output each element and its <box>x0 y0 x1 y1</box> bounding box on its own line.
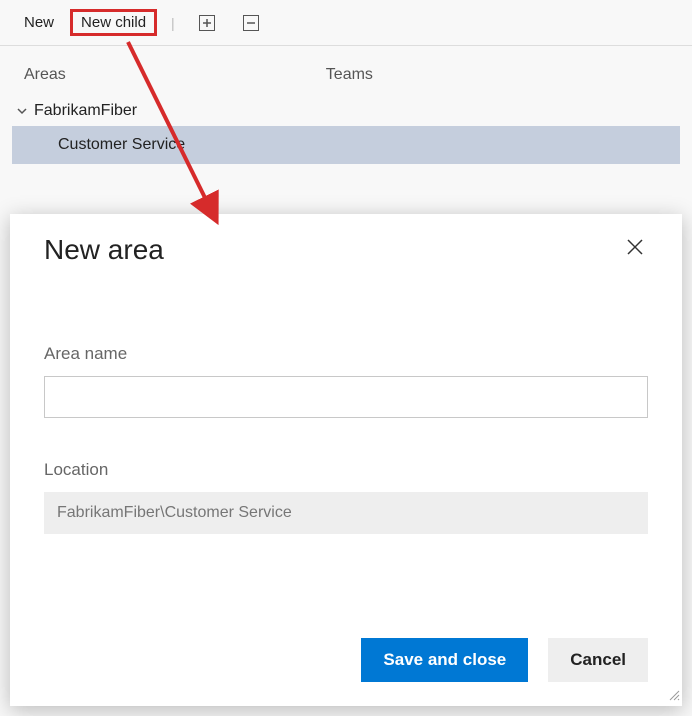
new-child-button[interactable]: New child <box>70 9 157 36</box>
area-tree: FabrikamFiber Customer Service <box>0 92 692 194</box>
area-name-group: Area name <box>44 344 648 418</box>
tree-root-item[interactable]: FabrikamFiber <box>12 96 680 126</box>
toolbar: New New child | <box>0 0 692 46</box>
new-button[interactable]: New <box>12 8 66 37</box>
save-button[interactable]: Save and close <box>361 638 528 682</box>
tree-root-label: FabrikamFiber <box>34 102 137 120</box>
location-input <box>44 492 648 534</box>
expand-all-icon[interactable] <box>199 15 215 31</box>
location-group: Location <box>44 460 648 534</box>
tree-child-item[interactable]: Customer Service <box>12 126 680 164</box>
dialog-title: New area <box>44 234 164 266</box>
resize-handle-icon[interactable] <box>668 688 680 704</box>
area-name-input[interactable] <box>44 376 648 418</box>
close-icon[interactable] <box>622 234 648 263</box>
dialog-header: New area <box>44 234 648 266</box>
cancel-button[interactable]: Cancel <box>548 638 648 682</box>
new-area-dialog: New area Area name Location Save and clo… <box>10 214 682 706</box>
dialog-footer: Save and close Cancel <box>44 638 648 682</box>
area-name-label: Area name <box>44 344 648 364</box>
tree-child-label: Customer Service <box>58 136 185 153</box>
separator: | <box>171 15 175 31</box>
location-label: Location <box>44 460 648 480</box>
tab-teams[interactable]: Teams <box>326 66 373 84</box>
chevron-down-icon <box>16 105 28 117</box>
collapse-all-icon[interactable] <box>243 15 259 31</box>
tabs: Areas Teams <box>0 46 692 92</box>
tab-areas[interactable]: Areas <box>24 66 66 84</box>
